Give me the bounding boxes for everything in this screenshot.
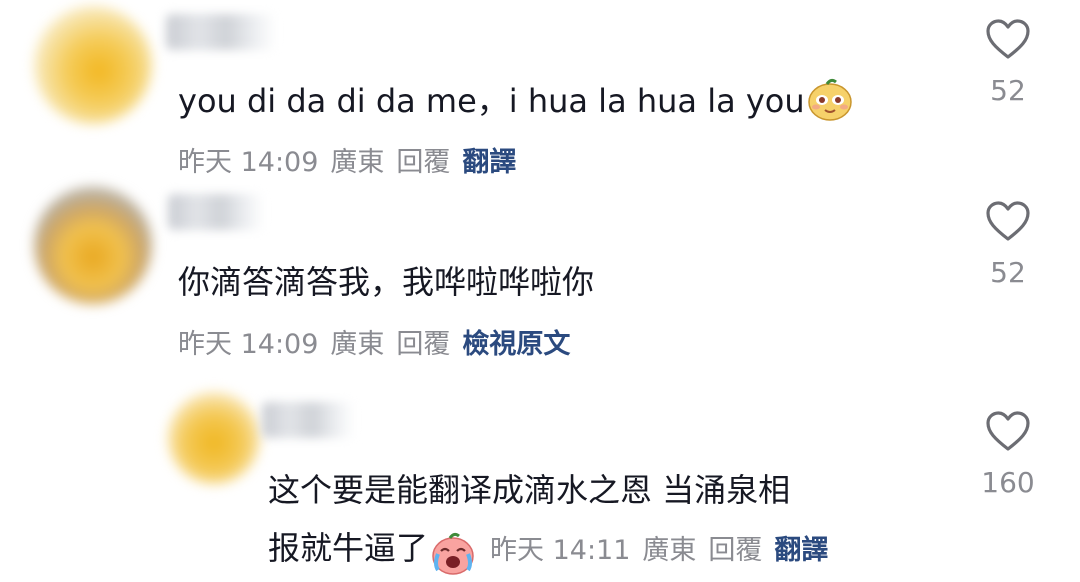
comment-time: 昨天 14:11	[490, 535, 631, 566]
comment-text-line-1: 这个要是能翻译成滴水之恩 当涌泉相	[268, 471, 791, 509]
like-button[interactable]: 52	[968, 200, 1048, 290]
crying-face-emoji-icon	[430, 530, 476, 576]
reply-button[interactable]: 回覆	[396, 329, 450, 360]
username-blurred[interactable]	[262, 402, 354, 438]
comment-text: 你滴答滴答我，我哗啦哗啦你	[178, 263, 595, 301]
comment-text-content: you di da di da me，i hua la hua la you	[178, 82, 805, 120]
comment-meta: 昨天 14:09 廣東 回覆 翻譯	[178, 146, 528, 180]
translate-button[interactable]: 翻譯	[462, 147, 516, 178]
avatar[interactable]	[34, 6, 152, 124]
username-blurred[interactable]	[168, 194, 264, 230]
comment-location: 廣東	[330, 329, 385, 360]
heart-outline-icon	[986, 201, 1030, 241]
like-button[interactable]: 52	[968, 18, 1048, 108]
avatar[interactable]	[34, 186, 152, 304]
sly-face-emoji-icon	[807, 76, 853, 122]
comment-text: you di da di da me，i hua la hua la you	[178, 78, 853, 126]
reply-button[interactable]: 回覆	[396, 147, 450, 178]
comment-meta: 昨天 14:09 廣東 回覆 檢視原文	[178, 328, 582, 362]
comment-location: 廣東	[642, 535, 697, 566]
comment-location: 廣東	[330, 147, 385, 178]
comment-text-line-2-row: 报就牛逼了 昨天 14:11 廣東 回覆 翻譯	[268, 528, 840, 578]
translate-button[interactable]: 翻譯	[774, 535, 828, 566]
like-count: 160	[981, 466, 1035, 499]
like-button[interactable]: 160	[968, 410, 1048, 500]
like-count: 52	[990, 256, 1026, 289]
comment-time: 昨天 14:09	[178, 329, 319, 360]
reply-button[interactable]: 回覆	[708, 535, 762, 566]
like-count: 52	[990, 74, 1026, 107]
comment-meta: 昨天 14:11 廣東 回覆 翻譯	[490, 535, 840, 566]
view-original-button[interactable]: 檢視原文	[462, 329, 570, 360]
comment-text-line-2: 报就牛逼了	[268, 529, 429, 567]
avatar[interactable]	[168, 392, 260, 484]
heart-outline-icon	[986, 19, 1030, 59]
heart-outline-icon	[986, 411, 1030, 451]
comment-time: 昨天 14:09	[178, 147, 319, 178]
username-blurred[interactable]	[166, 14, 276, 50]
